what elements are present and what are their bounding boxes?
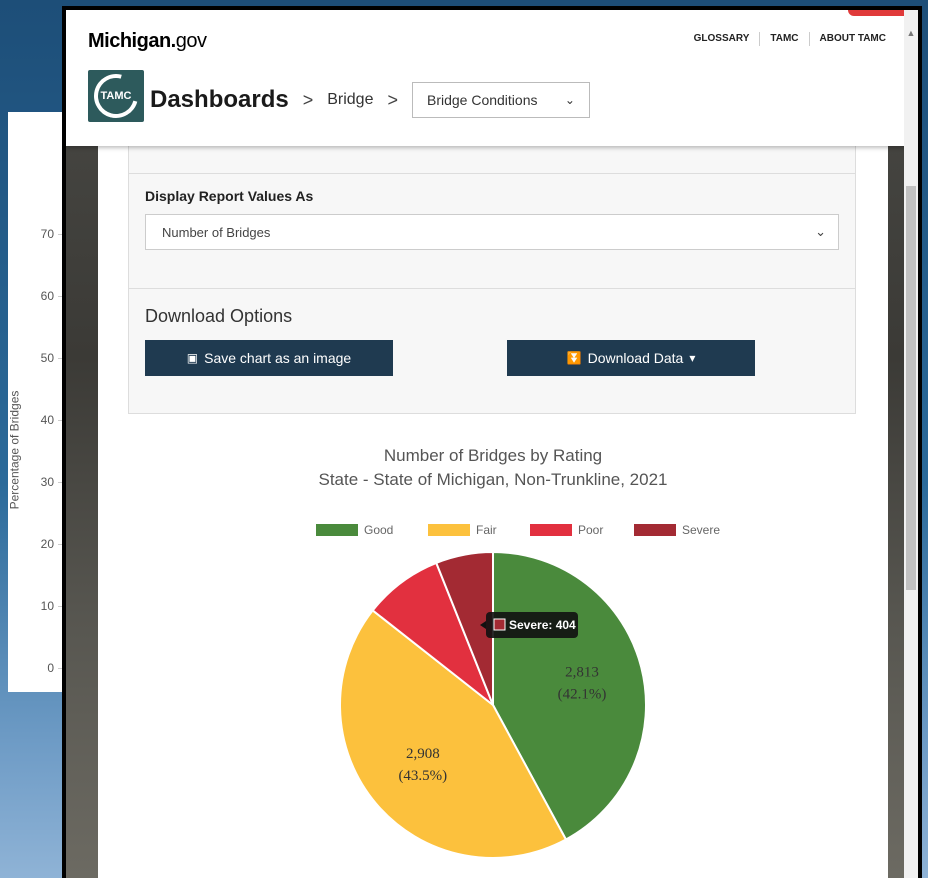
background-chart-tick-label: 70 <box>40 227 54 241</box>
background-chart-tick-label: 10 <box>40 599 54 613</box>
background-chart-tick-label: 30 <box>40 475 54 489</box>
background-chart-tick-label: 40 <box>40 413 54 427</box>
background-chart-tick-label: 0 <box>47 661 54 675</box>
background-chart-tick-label: 20 <box>40 537 54 551</box>
page-viewport: Display Report Values As Number of Bridg… <box>66 10 918 878</box>
bridge-conditions-select[interactable]: Bridge Conditions ⌄ <box>411 82 590 118</box>
page-scrollbar[interactable]: ▲ <box>904 10 918 878</box>
legend-label-severe: Severe <box>682 523 720 537</box>
slice-percent-label: (43.5%) <box>398 768 447 784</box>
legend-label-poor: Poor <box>578 523 603 537</box>
site-header: Michigan.gov GLOSSARY TAMC ABOUT TAMC TA… <box>66 10 918 146</box>
content-card: Display Report Values As Number of Bridg… <box>98 146 888 878</box>
chart-tooltip-text: Severe: 404 <box>509 618 576 632</box>
chevron-down-icon: ⌄ <box>564 93 575 107</box>
nav-about-tamc[interactable]: ABOUT TAMC <box>808 32 896 46</box>
breadcrumb-bridge[interactable]: Bridge <box>327 91 373 109</box>
legend-swatch-severe <box>634 524 676 536</box>
nav-tamc[interactable]: TAMC <box>759 32 808 46</box>
legend-label-fair: Fair <box>476 523 497 537</box>
breadcrumb-dashboards[interactable]: Dashboards <box>150 86 289 114</box>
legend-swatch-good <box>316 524 358 536</box>
chart-tooltip-swatch <box>493 618 506 631</box>
slice-value-label: 2,908 <box>406 746 440 762</box>
breadcrumb-separator: > <box>387 89 398 110</box>
pie-chart: Good Fair Poor Severe 2,813 (42.1%) 2,908 (43.5… <box>316 523 720 859</box>
slice-value-label: 2,813 <box>565 664 599 680</box>
background-chart-tick-label: 60 <box>40 289 54 303</box>
background-chart-ylabel: Percentage of Bridges <box>7 390 21 510</box>
tamc-logo[interactable]: TAMC <box>85 65 147 127</box>
nav-glossary[interactable]: GLOSSARY <box>684 32 760 46</box>
scroll-up-arrow-icon[interactable]: ▲ <box>904 28 918 38</box>
alert-tab <box>848 10 910 16</box>
legend-swatch-poor <box>530 524 572 536</box>
tamc-logo-text: TAMC <box>100 90 132 102</box>
legend-swatch-fair <box>428 524 470 536</box>
browser-window: Display Report Values As Number of Bridg… <box>62 6 922 878</box>
background-chart-tick-label: 50 <box>40 351 54 365</box>
scrollbar-thumb[interactable] <box>906 186 916 590</box>
bridge-conditions-value: Bridge Conditions <box>426 92 538 108</box>
breadcrumb: Dashboards > Bridge > Bridge Conditions … <box>150 82 590 118</box>
breadcrumb-separator: > <box>302 89 314 110</box>
top-nav: GLOSSARY TAMC ABOUT TAMC <box>684 32 896 46</box>
michigan-gov-logo[interactable]: Michigan.gov <box>88 30 207 53</box>
slice-percent-label: (42.1%) <box>558 686 607 702</box>
legend-label-good: Good <box>364 523 393 537</box>
